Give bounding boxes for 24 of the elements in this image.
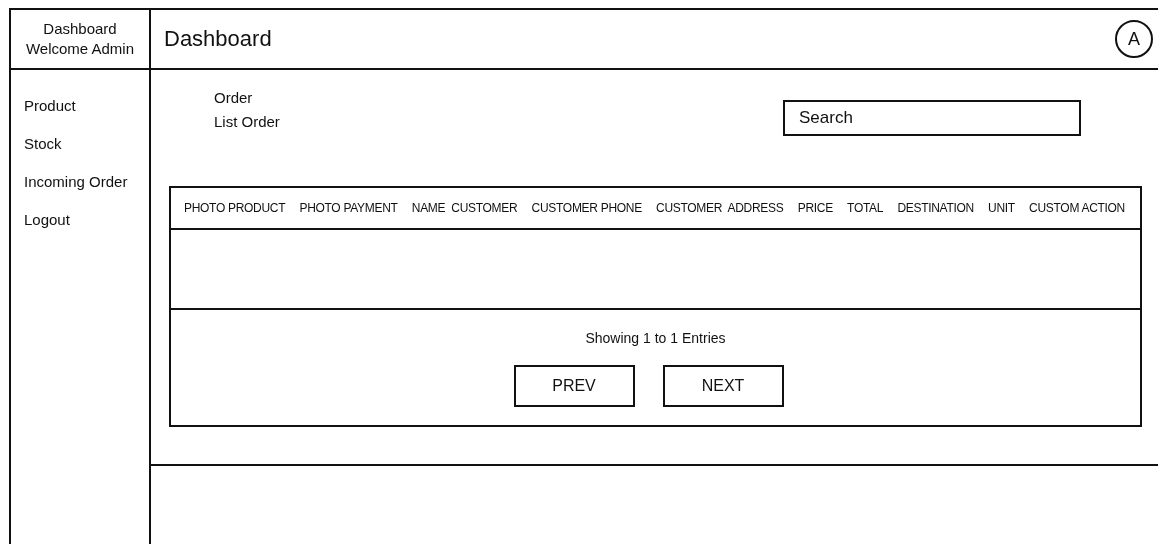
column-header: DESTINATION	[897, 201, 974, 215]
column-header: CUSTOMER PHONE	[531, 201, 642, 215]
avatar-button[interactable]: A	[1115, 20, 1153, 58]
pagination-button[interactable]: PREV	[513, 365, 635, 407]
column-header: NAME CUSTOMER	[411, 201, 518, 215]
brand-title: Dashboard	[43, 19, 117, 39]
search-field[interactable]: Search	[783, 100, 1081, 136]
sidebar-item[interactable]: Logout	[24, 210, 70, 230]
brand-subtitle: Welcome Admin	[25, 39, 135, 59]
column-header: TOTAL	[847, 201, 884, 215]
page-title: Dashboard	[164, 26, 272, 52]
column-header: PHOTO PAYMENT	[299, 201, 398, 215]
sidebar-item[interactable]: Incoming Order	[24, 172, 128, 192]
section-label: Order	[214, 88, 254, 108]
entries-info: Showing 1 to 1 Entries	[585, 330, 726, 346]
sidebar-item[interactable]: Product	[24, 96, 76, 116]
column-header: CUSTOM ACTION	[1029, 201, 1125, 215]
column-header: PHOTO PRODUCT	[184, 201, 286, 215]
column-header: PRICE	[797, 201, 833, 215]
column-header: UNIT	[988, 201, 1015, 215]
sidebar-item[interactable]: Stock	[24, 134, 62, 154]
pagination-button[interactable]: NEXT	[662, 365, 784, 407]
column-header: CUSTOMER ADDRESS	[656, 201, 784, 215]
page-label: List Order	[214, 112, 280, 132]
